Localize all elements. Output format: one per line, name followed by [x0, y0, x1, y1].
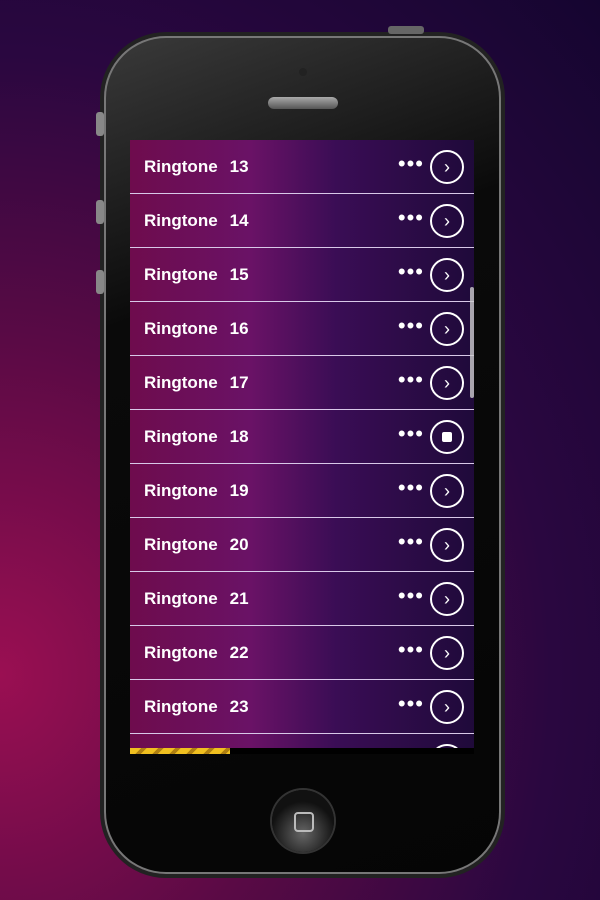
ringtone-label: Ringtone 14	[144, 210, 249, 230]
chevron-right-icon: ›	[444, 588, 450, 609]
list-item[interactable]: Ringtone 23 ••• ›	[130, 680, 474, 734]
ellipsis-icon[interactable]: •••	[398, 151, 424, 177]
chevron-right-icon: ›	[444, 372, 450, 393]
playback-progress[interactable]	[130, 748, 474, 754]
stop-button[interactable]	[430, 420, 464, 454]
chevron-right-icon: ›	[444, 480, 450, 501]
list-item[interactable]: Ringtone 21 ••• ›	[130, 572, 474, 626]
list-item[interactable]: Ringtone 19 ••• ›	[130, 464, 474, 518]
speaker	[268, 97, 338, 109]
ellipsis-icon[interactable]: •••	[398, 583, 424, 609]
play-button[interactable]: ›	[430, 582, 464, 616]
ringtone-label: Ringtone 18	[144, 426, 249, 446]
ellipsis-icon[interactable]: •••	[398, 367, 424, 393]
ringtone-label: Ringtone 17	[144, 372, 249, 392]
volume-down-button	[96, 270, 104, 294]
play-button[interactable]: ›	[430, 690, 464, 724]
play-button[interactable]: ›	[430, 204, 464, 238]
ringtone-label: Ringtone 21	[144, 588, 249, 608]
play-button[interactable]: ›	[430, 150, 464, 184]
ellipsis-icon[interactable]: •••	[398, 421, 424, 447]
list-item[interactable]: Ringtone 15 ••• ›	[130, 248, 474, 302]
ellipsis-icon[interactable]: •••	[398, 529, 424, 555]
list-item[interactable]: Ringtone 18 •••	[130, 410, 474, 464]
chevron-right-icon: ›	[444, 696, 450, 717]
stop-icon	[442, 432, 452, 442]
ringtone-label: Ringtone 20	[144, 534, 249, 554]
list-item[interactable]: Ringtone 13 ••• ›	[130, 140, 474, 194]
ellipsis-icon[interactable]: •••	[398, 691, 424, 717]
ringtone-label: Ringtone 13	[144, 156, 249, 176]
chevron-right-icon: ›	[444, 318, 450, 339]
home-button[interactable]	[272, 790, 334, 852]
play-button[interactable]: ›	[430, 636, 464, 670]
scrollbar[interactable]	[470, 287, 474, 398]
chevron-right-icon: ›	[444, 156, 450, 177]
list-item[interactable]: Ringtone 20 ••• ›	[130, 518, 474, 572]
camera	[299, 68, 307, 76]
chevron-right-icon: ›	[444, 534, 450, 555]
chevron-right-icon: ›	[444, 264, 450, 285]
ringtone-label: Ringtone 15	[144, 264, 249, 284]
mute-switch	[96, 112, 104, 136]
chevron-right-icon: ›	[444, 210, 450, 231]
play-button[interactable]: ›	[430, 474, 464, 508]
chevron-right-icon: ›	[444, 642, 450, 663]
list-item[interactable]: Ringtone 17 ••• ›	[130, 356, 474, 410]
ellipsis-icon[interactable]: •••	[398, 259, 424, 285]
play-button[interactable]: ›	[430, 366, 464, 400]
list-item[interactable]: Ringtone 14 ••• ›	[130, 194, 474, 248]
list-item[interactable]: Ringtone 16 ••• ›	[130, 302, 474, 356]
ellipsis-icon[interactable]: •••	[398, 313, 424, 339]
ellipsis-icon[interactable]: •••	[398, 205, 424, 231]
progress-fill	[130, 748, 230, 754]
ellipsis-icon[interactable]: •••	[398, 637, 424, 663]
play-button[interactable]: ›	[430, 528, 464, 562]
ellipsis-icon[interactable]: •••	[398, 475, 424, 501]
volume-up-button	[96, 200, 104, 224]
ringtone-label: Ringtone 19	[144, 480, 249, 500]
ringtone-list: Ringtone 13 ••• › Ringtone 14 ••• › Ringtone…	[130, 140, 474, 748]
ringtone-label: Ringtone 23	[144, 696, 249, 716]
list-item[interactable]: Ringtone 22 ••• ›	[130, 626, 474, 680]
ringtone-label: Ringtone 16	[144, 318, 249, 338]
power-button	[388, 26, 424, 34]
play-button[interactable]: ›	[430, 258, 464, 292]
play-button[interactable]: ›	[430, 312, 464, 346]
list-item[interactable]: ••• ›	[130, 734, 474, 748]
home-icon	[294, 812, 314, 832]
ringtone-label: Ringtone 22	[144, 642, 249, 662]
